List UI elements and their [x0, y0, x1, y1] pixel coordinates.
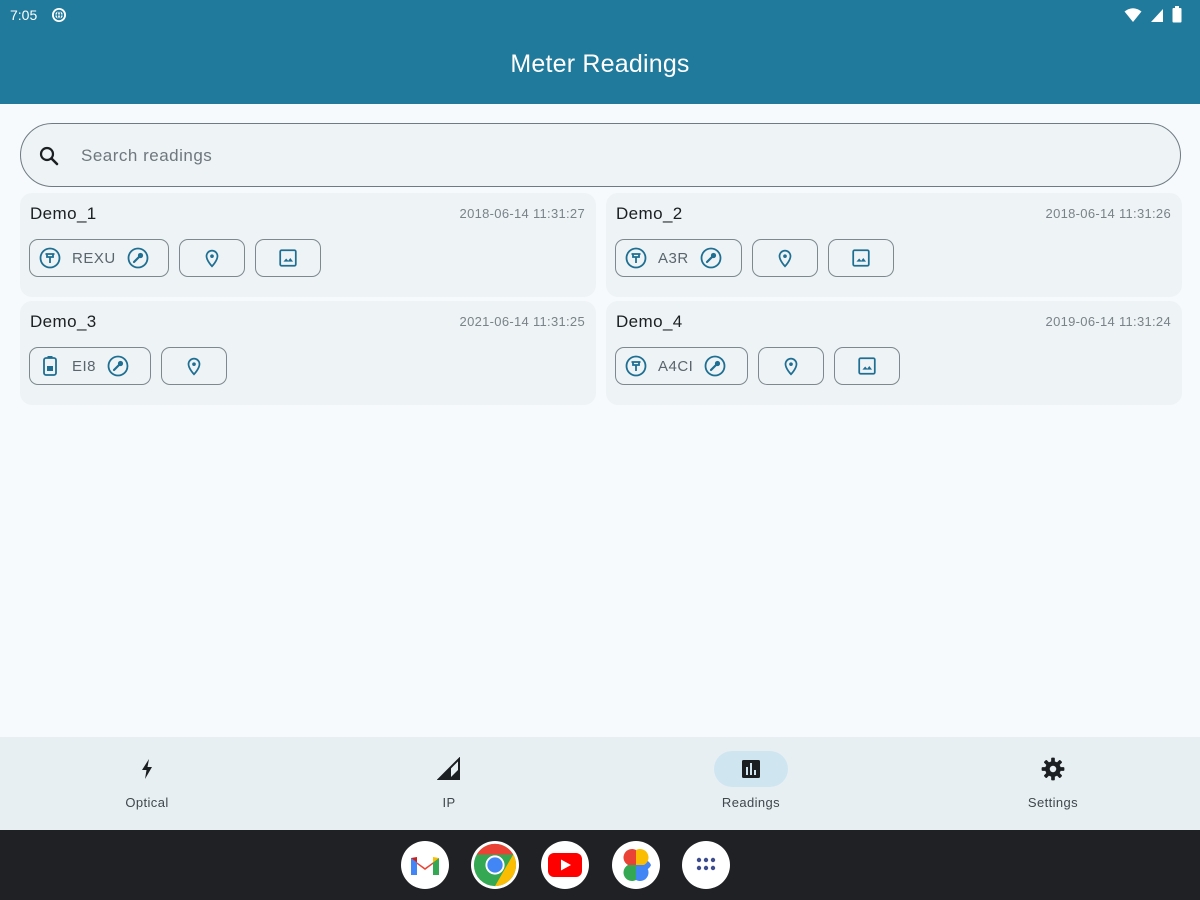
nav-indicator: [412, 751, 486, 787]
meter-code: A3R: [658, 249, 689, 267]
meter-code-chip[interactable]: REXU: [29, 239, 169, 277]
bottom-navigation: Optical IP Readings Settings: [0, 737, 1200, 830]
wifi-icon: [1124, 7, 1142, 22]
image-icon: [279, 249, 297, 267]
reading-date: 2021-06-14 11:31:25: [459, 314, 585, 329]
photos-icon[interactable]: [612, 841, 660, 889]
reading-name: Demo_1: [30, 204, 97, 223]
battery-icon: [1172, 6, 1182, 23]
location-button[interactable]: [752, 239, 818, 277]
cell-signal-icon: [1151, 8, 1163, 22]
image-icon: [858, 357, 876, 375]
location-button[interactable]: [161, 347, 227, 385]
meter-icon: [39, 247, 61, 269]
nav-label: IP: [442, 795, 456, 810]
meter-icon: [625, 355, 647, 377]
image-button[interactable]: [834, 347, 900, 385]
meter-code-chip[interactable]: A4CI: [615, 347, 748, 385]
nav-label: Optical: [125, 795, 169, 810]
status-bar: 7:05: [0, 0, 1200, 30]
image-button[interactable]: [828, 239, 894, 277]
reading-name: Demo_2: [616, 204, 683, 223]
search-bar[interactable]: [20, 123, 1181, 187]
reading-name: Demo_3: [30, 312, 97, 331]
reading-date: 2018-06-14 11:31:27: [459, 206, 585, 221]
search-input[interactable]: [81, 138, 1161, 174]
nav-label: Readings: [721, 795, 781, 810]
gear-icon: [1041, 757, 1065, 781]
nav-label: Settings: [1027, 795, 1079, 810]
nav-indicator: [714, 751, 788, 787]
wrench-icon: [704, 355, 726, 377]
wrench-icon: [107, 355, 129, 377]
nav-item-optical[interactable]: Optical: [0, 737, 297, 830]
status-time: 7:05: [10, 7, 38, 23]
search-icon: [39, 146, 59, 166]
meter-code: EI8: [72, 357, 97, 375]
location-button[interactable]: [758, 347, 824, 385]
app-bar: 7:05 Meter Readings: [0, 0, 1200, 104]
image-button[interactable]: [255, 239, 321, 277]
reading-card[interactable]: Demo_4 2019-06-14 11:31:24 A4CI: [606, 301, 1182, 405]
meter-code-chip[interactable]: A3R: [615, 239, 742, 277]
gmail-icon[interactable]: [401, 841, 449, 889]
location-button[interactable]: [179, 239, 245, 277]
meter-code: A4CI: [658, 357, 694, 375]
meter-icon: [625, 247, 647, 269]
nav-indicator: [110, 751, 184, 787]
location-pin-icon: [778, 249, 792, 268]
youtube-icon[interactable]: [541, 841, 589, 889]
meter-code: REXU: [72, 249, 116, 267]
battery-meter-icon: [43, 356, 57, 376]
nav-item-ip[interactable]: IP: [299, 737, 599, 830]
reading-card[interactable]: Demo_1 2018-06-14 11:31:27 REXU: [20, 193, 596, 297]
vpn-globe-icon: [52, 8, 66, 22]
system-dock: [0, 830, 1200, 900]
wrench-icon: [700, 247, 722, 269]
signal-icon: [437, 757, 460, 780]
meter-code-chip[interactable]: EI8: [29, 347, 151, 385]
page-title: Meter Readings: [510, 50, 690, 78]
nav-item-settings[interactable]: Settings: [903, 737, 1200, 830]
reading-card[interactable]: Demo_3 2021-06-14 11:31:25 EI8: [20, 301, 596, 405]
app-drawer-icon[interactable]: [682, 841, 730, 889]
reading-date: 2018-06-14 11:31:26: [1045, 206, 1171, 221]
location-pin-icon: [784, 357, 798, 376]
location-pin-icon: [205, 249, 219, 268]
bolt-icon: [142, 759, 152, 779]
bar-chart-icon: [742, 760, 760, 778]
image-icon: [852, 249, 870, 267]
reading-card[interactable]: Demo_2 2018-06-14 11:31:26 A3R: [606, 193, 1182, 297]
reading-date: 2019-06-14 11:31:24: [1045, 314, 1171, 329]
reading-name: Demo_4: [616, 312, 683, 331]
nav-indicator: [1016, 751, 1090, 787]
wrench-icon: [127, 247, 149, 269]
location-pin-icon: [187, 357, 201, 376]
nav-item-readings[interactable]: Readings: [601, 737, 901, 830]
chrome-icon[interactable]: [471, 841, 519, 889]
